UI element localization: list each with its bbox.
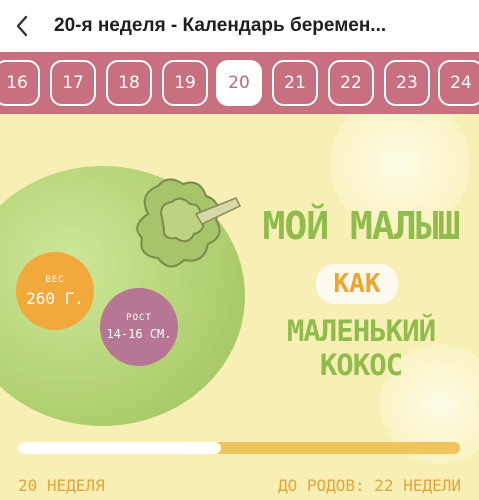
back-button[interactable]: [0, 0, 44, 52]
week-tab[interactable]: 16: [0, 60, 40, 106]
weight-label: ВЕС: [45, 274, 65, 285]
week-tab-selected[interactable]: 20: [216, 60, 262, 106]
week-tab[interactable]: 22: [328, 60, 374, 106]
headline-line2: КАК: [316, 264, 398, 304]
remaining-weeks-text: ДО РОДОВ: 22 НЕДЕЛИ: [277, 476, 461, 495]
week-tab[interactable]: 24: [438, 60, 479, 106]
headline-line1: МОЙ МАЛЫШ: [262, 204, 461, 248]
week-tab[interactable]: 23: [384, 60, 430, 106]
top-bar: 20-я неделя - Календарь беремен...: [0, 0, 479, 52]
week-tab[interactable]: 21: [272, 60, 318, 106]
page-title: 20-я неделя - Календарь беремен...: [54, 15, 387, 36]
weight-badge: ВЕС 260 Г.: [16, 252, 94, 330]
weight-value: 260 Г.: [26, 288, 84, 308]
baby-size-card: ВЕС 260 Г. РОСТ 14-16 СМ. МОЙ МАЛЫШ КАК …: [0, 114, 479, 500]
week-tab[interactable]: 19: [162, 60, 208, 106]
chevron-left-icon: [16, 15, 28, 37]
week-tab[interactable]: 18: [106, 60, 152, 106]
week-selector: 16 17 18 19 20 21 22 23 24: [0, 52, 479, 114]
pregnancy-progress-bar: [18, 442, 460, 454]
coconut-crown-illustration: [136, 178, 242, 268]
height-badge: РОСТ 14-16 СМ.: [100, 288, 178, 366]
current-week-text: 20 НЕДЕЛЯ: [18, 476, 105, 495]
height-value: 14-16 СМ.: [106, 327, 172, 341]
headline-line3: МАЛЕНЬКИЙ КОКОС: [286, 314, 436, 382]
progress-fill: [18, 442, 222, 454]
height-label: РОСТ: [126, 313, 152, 323]
week-tab[interactable]: 17: [50, 60, 96, 106]
